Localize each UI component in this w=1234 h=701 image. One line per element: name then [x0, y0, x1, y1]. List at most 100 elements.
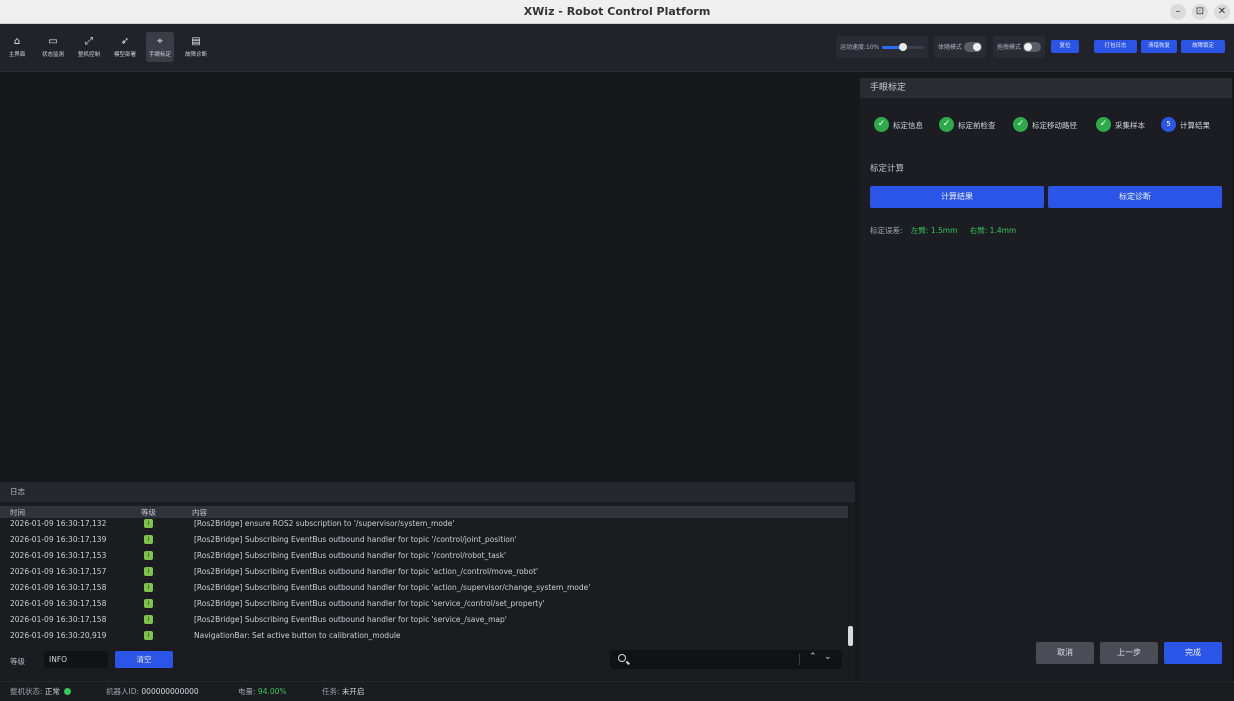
- check-icon: ✓: [874, 117, 889, 132]
- log-time: 2026-01-09 16:30:17,157: [10, 567, 107, 576]
- battery-value: 94.00%: [257, 687, 287, 696]
- log-level-label: 等级: [10, 657, 25, 666]
- nav-status-monitor-button[interactable]: ▭ 状态监测: [38, 32, 68, 62]
- nav-status-monitor-label: 状态监测: [41, 52, 64, 58]
- drag-mode-toggle[interactable]: [1023, 42, 1041, 52]
- info-level-icon: I: [144, 583, 153, 592]
- follow-mode-toggle[interactable]: [964, 42, 982, 52]
- speed-slider[interactable]: [882, 43, 924, 51]
- window-titlebar: XWiz - Robot Control Platform – ⊡ ✕: [0, 0, 1234, 24]
- calibration-diagnose-button[interactable]: 标定诊断: [1048, 186, 1222, 208]
- cancel-button[interactable]: 取消: [1036, 642, 1094, 664]
- info-level-icon: I: [144, 551, 153, 560]
- log-level-select[interactable]: INFO: [44, 651, 108, 668]
- log-message: [Ros2Bridge] Subscribing EventBus outbou…: [194, 535, 517, 544]
- calibration-panel-header: 手眼标定: [860, 78, 1232, 98]
- monitor-icon: ▭: [48, 36, 58, 47]
- log-search-input[interactable]: ⌃ ⌄: [610, 650, 842, 669]
- log-time: 2026-01-09 16:30:20,919: [10, 631, 107, 640]
- step-number-icon: 5: [1161, 117, 1176, 132]
- nav-machine-control-label: 整机控制: [77, 52, 100, 58]
- previous-step-button[interactable]: 上一步: [1100, 642, 1158, 664]
- search-down-icon[interactable]: ⌄: [824, 652, 832, 662]
- pack-log-button[interactable]: 打包日志: [1094, 40, 1137, 53]
- step-label: 计算结果: [1180, 121, 1210, 130]
- task-value: 未开启: [341, 687, 365, 696]
- control-icon: ⤢: [85, 36, 93, 47]
- clear-log-button[interactable]: 清空: [115, 651, 173, 668]
- search-up-icon[interactable]: ⌃: [809, 652, 817, 662]
- info-level-icon: I: [144, 615, 153, 624]
- nav-home-button[interactable]: ⌂ 主界面: [4, 32, 30, 62]
- top-toolbar: ⌂ 主界面 ▭ 状态监测 ⤢ 整机控制 ➶ 模型部署 ⌖ 手眼标定 ▤ 故障诊断…: [0, 24, 1234, 72]
- nav-model-deploy-button[interactable]: ➶ 模型部署: [110, 32, 140, 62]
- minimize-button[interactable]: –: [1170, 4, 1186, 20]
- status-ok-icon: [63, 688, 71, 695]
- nav-calibration-button[interactable]: ⌖ 手眼标定: [146, 32, 174, 62]
- speed-slider-knob[interactable]: [899, 43, 907, 51]
- log-row: 2026-01-09 16:30:17,132 I [Ros2Bridge] e…: [0, 516, 848, 532]
- log-row: 2026-01-09 16:30:17,139 I [Ros2Bridge] S…: [0, 532, 848, 548]
- log-message: [Ros2Bridge] ensure ROS2 subscription to…: [194, 519, 455, 528]
- calibration-error-label: 标定误差:: [870, 226, 903, 235]
- status-bar: 整机状态: 正常 机器人ID: 000000000000 电量: 94.00% …: [0, 681, 1234, 701]
- log-row: 2026-01-09 16:30:17,158 I [Ros2Bridge] S…: [0, 580, 848, 596]
- log-scrollbar[interactable]: [848, 626, 853, 646]
- calibration-steps: ✓ 标定信息 ✓ 标定前检查 ✓ 标定移动路径 ✓ 采集样本 5 计算结果: [868, 114, 1226, 136]
- step-label: 标定前检查: [958, 121, 996, 130]
- log-message: [Ros2Bridge] Subscribing EventBus outbou…: [194, 583, 591, 592]
- calibration-error: 标定误差: 左臂: 1.5mm 右臂: 1.4mm: [870, 225, 1016, 236]
- step-label: 标定信息: [893, 121, 923, 130]
- battery-label: 电量:: [238, 687, 256, 696]
- drag-mode-label: 拖拽模式: [997, 44, 1022, 51]
- log-time: 2026-01-09 16:30:17,153: [10, 551, 107, 560]
- speed-label: 运动速度:10%: [840, 44, 880, 51]
- left-arm-error: 左臂: 1.5mm: [910, 226, 958, 235]
- drag-mode-control: 拖拽模式: [993, 36, 1045, 58]
- log-time: 2026-01-09 16:30:17,158: [10, 583, 107, 592]
- nav-calibration-label: 手眼标定: [148, 52, 171, 58]
- reset-button[interactable]: 复位: [1051, 40, 1079, 53]
- compute-result-button[interactable]: 计算结果: [870, 186, 1044, 208]
- step-label: 采集样本: [1115, 121, 1145, 130]
- check-icon: ✓: [1096, 117, 1111, 132]
- home-icon: ⌂: [13, 36, 21, 47]
- robot-id-label: 机器人ID:: [106, 687, 140, 696]
- maximize-button[interactable]: ⊡: [1192, 4, 1208, 20]
- log-time: 2026-01-09 16:30:17,158: [10, 599, 107, 608]
- finish-button[interactable]: 完成: [1164, 642, 1222, 664]
- right-arm-error: 右臂: 1.4mm: [969, 226, 1017, 235]
- search-divider: [799, 654, 800, 665]
- log-row: 2026-01-09 16:30:17,158 I [Ros2Bridge] S…: [0, 612, 848, 628]
- check-icon: ✓: [939, 117, 954, 132]
- machine-status: 整机状态: 正常: [10, 686, 71, 697]
- nav-machine-control-button[interactable]: ⤢ 整机控制: [74, 32, 104, 62]
- robot-id-value: 000000000000: [141, 687, 199, 696]
- calibration-icon: ⌖: [157, 36, 163, 47]
- log-message: [Ros2Bridge] Subscribing EventBus outbou…: [194, 615, 507, 624]
- info-level-icon: I: [144, 599, 153, 608]
- close-button[interactable]: ✕: [1214, 4, 1230, 20]
- speed-control: 运动速度:10%: [836, 36, 928, 58]
- nav-home-label: 主界面: [8, 52, 26, 58]
- info-level-icon: I: [144, 567, 153, 576]
- log-message: [Ros2Bridge] Subscribing EventBus outbou…: [194, 551, 507, 560]
- nav-fault-diagnosis-button[interactable]: ▤ 故障诊断: [181, 32, 211, 62]
- step-label: 标定移动路径: [1032, 121, 1077, 130]
- scene-viewport[interactable]: [0, 72, 855, 482]
- log-panel-title: 日志: [0, 482, 855, 502]
- follow-mode-control: 体随模式: [934, 36, 986, 58]
- nav-fault-diagnosis-label: 故障诊断: [184, 52, 207, 58]
- rocket-icon: ➶: [120, 36, 130, 47]
- log-panel: 日志 时间 等级 内容 2026-01-09 16:30:17,132 I [R…: [0, 482, 855, 681]
- clear-fault-button[interactable]: 清错恢复: [1141, 40, 1177, 53]
- diagnosis-icon: ▤: [191, 36, 201, 47]
- log-row: 2026-01-09 16:30:17,157 I [Ros2Bridge] S…: [0, 564, 848, 580]
- check-icon: ✓: [1013, 117, 1028, 132]
- section-title: 标定计算: [870, 164, 905, 174]
- log-message: [Ros2Bridge] Subscribing EventBus outbou…: [194, 599, 545, 608]
- info-level-icon: I: [144, 631, 153, 640]
- task: 任务: 未开启: [322, 686, 364, 697]
- fault-lock-button[interactable]: 故障锁定: [1181, 40, 1225, 53]
- machine-status-label: 整机状态:: [10, 687, 43, 696]
